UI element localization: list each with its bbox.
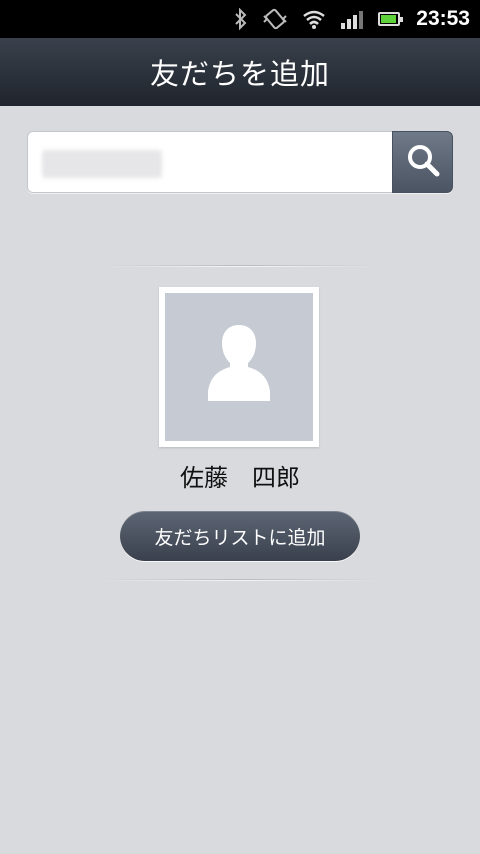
- default-person-icon: [204, 323, 274, 411]
- signal-icon: [340, 9, 364, 29]
- search-icon: [405, 142, 441, 182]
- add-to-friends-button[interactable]: 友だちリストに追加: [120, 511, 360, 561]
- page-title: 友だちを追加: [149, 57, 330, 91]
- search-input[interactable]: [27, 131, 392, 193]
- friend-name: 佐藤 四郎: [180, 464, 300, 492]
- vibrate-icon: [262, 7, 288, 31]
- search-bar: [27, 131, 453, 193]
- status-time: 23:53: [416, 7, 470, 30]
- wifi-icon: [302, 9, 326, 29]
- bluetooth-icon: [234, 8, 248, 30]
- status-bar: 23:53: [0, 0, 480, 38]
- title-bar: 友だちを追加: [0, 38, 480, 106]
- add-to-friends-label: 友だちリストに追加: [154, 526, 326, 549]
- divider-bottom: [100, 579, 380, 581]
- battery-icon: [378, 12, 404, 26]
- search-input-value: [42, 150, 162, 178]
- divider-top: [100, 265, 380, 267]
- search-button[interactable]: [392, 131, 453, 193]
- avatar: [159, 287, 319, 447]
